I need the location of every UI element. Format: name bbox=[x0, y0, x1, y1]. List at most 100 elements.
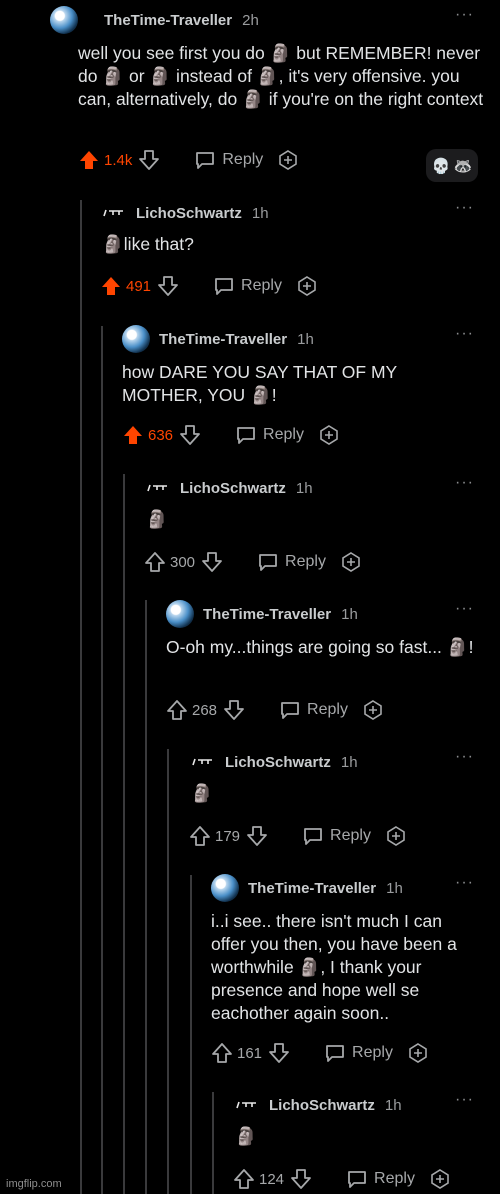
more-options-icon[interactable]: ··· bbox=[455, 1091, 474, 1109]
comment-header: LichoSchwartz 1h bbox=[233, 1091, 402, 1119]
user-avatar[interactable] bbox=[189, 748, 217, 776]
comment: TheTime-Traveller 1h ··· how DARE YOU SA… bbox=[122, 325, 500, 455]
timestamp: 1h bbox=[386, 879, 403, 897]
more-options-icon[interactable]: ··· bbox=[455, 6, 474, 24]
thread-line[interactable] bbox=[167, 749, 169, 1194]
timestamp: 2h bbox=[242, 11, 259, 29]
reply-button[interactable]: Reply bbox=[194, 150, 263, 170]
reply-label: Reply bbox=[285, 553, 326, 570]
user-avatar[interactable] bbox=[166, 600, 194, 628]
comment-body: 🗿like that? bbox=[102, 234, 194, 254]
comment-actions: 1.4k Reply bbox=[78, 147, 299, 173]
comment-actions: 300 Reply bbox=[144, 549, 362, 575]
upvote-arrow-icon[interactable] bbox=[78, 149, 100, 171]
awards-pill[interactable]: 💀 🦝 bbox=[426, 149, 478, 182]
upvote-arrow-icon[interactable] bbox=[122, 424, 144, 446]
more-options-icon[interactable]: ··· bbox=[455, 199, 474, 217]
add-award-icon[interactable] bbox=[385, 825, 407, 847]
author-name[interactable]: LichoSchwartz bbox=[269, 1097, 375, 1114]
reply-bubble-icon bbox=[281, 702, 299, 719]
vote-score: 124 bbox=[259, 1170, 285, 1188]
add-award-icon[interactable] bbox=[429, 1168, 451, 1190]
add-award-icon[interactable] bbox=[340, 551, 362, 573]
vote-score: 161 bbox=[237, 1044, 263, 1062]
comment: LichoSchwartz 1h ··· 🗿 300 Reply bbox=[144, 474, 500, 584]
upvote-arrow-icon[interactable] bbox=[166, 699, 188, 721]
reply-button[interactable]: Reply bbox=[324, 1043, 393, 1063]
add-award-icon[interactable] bbox=[296, 275, 318, 297]
reply-label: Reply bbox=[263, 426, 304, 443]
more-options-icon[interactable]: ··· bbox=[455, 874, 474, 892]
thread-line[interactable] bbox=[80, 200, 82, 1194]
author-name[interactable]: LichoSchwartz bbox=[225, 754, 331, 771]
author-name[interactable]: TheTime-Traveller bbox=[203, 606, 331, 623]
comment-header: TheTime-Traveller 1h bbox=[166, 600, 358, 628]
reply-button[interactable]: Reply bbox=[302, 826, 371, 846]
thread-line[interactable] bbox=[123, 474, 125, 1194]
reply-bubble-icon bbox=[304, 828, 322, 845]
reply-button[interactable]: Reply bbox=[346, 1169, 415, 1189]
user-avatar[interactable] bbox=[122, 325, 150, 353]
vote-score: 179 bbox=[215, 827, 241, 845]
add-award-icon[interactable] bbox=[407, 1042, 429, 1064]
vote-score: 300 bbox=[170, 553, 196, 571]
comment-actions: 491 Reply bbox=[100, 273, 318, 299]
comment-header: TheTime-Traveller 1h bbox=[211, 874, 403, 902]
downvote-arrow-icon[interactable] bbox=[138, 149, 160, 171]
author-name[interactable]: TheTime-Traveller bbox=[104, 12, 232, 29]
comment-body: 🗿 bbox=[146, 509, 168, 529]
user-avatar[interactable] bbox=[211, 874, 239, 902]
more-options-icon[interactable]: ··· bbox=[455, 325, 474, 343]
upvote-arrow-icon[interactable] bbox=[100, 275, 122, 297]
comment: TheTime-Traveller 2h ··· well you see fi… bbox=[50, 6, 500, 186]
add-award-icon[interactable] bbox=[277, 149, 299, 171]
vote-score: 636 bbox=[148, 426, 174, 444]
upvote-arrow-icon[interactable] bbox=[189, 825, 211, 847]
user-avatar[interactable] bbox=[233, 1091, 261, 1119]
reply-bubble-icon bbox=[237, 427, 255, 444]
reply-button[interactable]: Reply bbox=[235, 425, 304, 445]
user-avatar[interactable] bbox=[50, 6, 78, 34]
comment-header: TheTime-Traveller 1h bbox=[122, 325, 314, 353]
downvote-arrow-icon[interactable] bbox=[268, 1042, 290, 1064]
downvote-arrow-icon[interactable] bbox=[179, 424, 201, 446]
author-name[interactable]: LichoSchwartz bbox=[180, 480, 286, 497]
more-options-icon[interactable]: ··· bbox=[455, 748, 474, 766]
thread-line[interactable] bbox=[101, 326, 103, 1194]
upvote-arrow-icon[interactable] bbox=[144, 551, 166, 573]
comment: LichoSchwartz 1h ··· 🗿 179 Reply bbox=[189, 748, 500, 858]
thread-line[interactable] bbox=[190, 875, 192, 1194]
thread-line[interactable] bbox=[212, 1092, 214, 1194]
author-name[interactable]: LichoSchwartz bbox=[136, 205, 242, 222]
reply-button[interactable]: Reply bbox=[213, 276, 282, 296]
downvote-arrow-icon[interactable] bbox=[290, 1168, 312, 1190]
add-award-icon[interactable] bbox=[362, 699, 384, 721]
timestamp: 1h bbox=[384, 1096, 402, 1114]
reply-button[interactable]: Reply bbox=[279, 700, 348, 720]
comment-body: 🗿 bbox=[235, 1126, 257, 1146]
timestamp: 1h bbox=[295, 479, 313, 497]
comment-body: i..i see.. there isn't much I can offer … bbox=[211, 911, 462, 1023]
comment-body: how DARE YOU SAY THAT OF MY MOTHER, YOU … bbox=[122, 362, 402, 405]
comment-header: LichoSchwartz 1h bbox=[100, 199, 269, 227]
upvote-arrow-icon[interactable] bbox=[233, 1168, 255, 1190]
downvote-arrow-icon[interactable] bbox=[157, 275, 179, 297]
downvote-arrow-icon[interactable] bbox=[223, 699, 245, 721]
timestamp: 1h bbox=[340, 753, 358, 771]
vote-score: 491 bbox=[126, 277, 152, 295]
downvote-arrow-icon[interactable] bbox=[201, 551, 223, 573]
add-award-icon[interactable] bbox=[318, 424, 340, 446]
thread-line[interactable] bbox=[145, 600, 147, 1194]
upvote-arrow-icon[interactable] bbox=[211, 1042, 233, 1064]
author-name[interactable]: TheTime-Traveller bbox=[159, 331, 287, 348]
more-options-icon[interactable]: ··· bbox=[455, 474, 474, 492]
reply-bubble-icon bbox=[348, 1171, 366, 1188]
downvote-arrow-icon[interactable] bbox=[246, 825, 268, 847]
reply-bubble-icon bbox=[259, 554, 277, 571]
user-avatar[interactable] bbox=[100, 199, 128, 227]
user-avatar[interactable] bbox=[144, 474, 172, 502]
reply-label: Reply bbox=[330, 827, 371, 844]
author-name[interactable]: TheTime-Traveller bbox=[248, 880, 376, 897]
reply-button[interactable]: Reply bbox=[257, 552, 326, 572]
more-options-icon[interactable]: ··· bbox=[455, 600, 474, 618]
